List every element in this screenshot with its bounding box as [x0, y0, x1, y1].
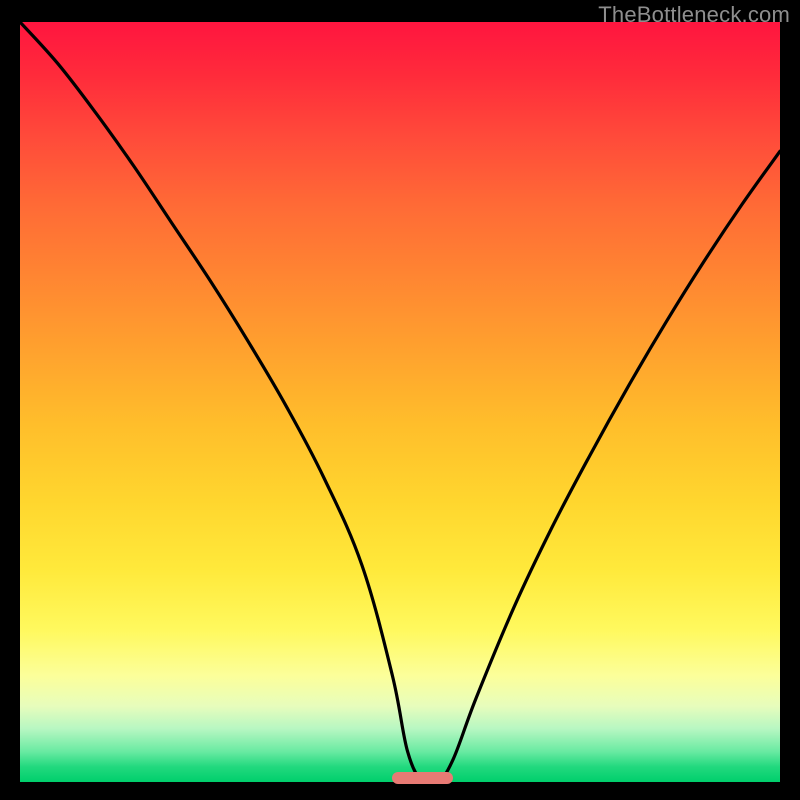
plot-area: [20, 22, 780, 782]
chart-frame: TheBottleneck.com: [0, 0, 800, 800]
bottleneck-curve: [20, 22, 780, 782]
watermark-text: TheBottleneck.com: [598, 2, 790, 28]
optimal-zone-marker: [392, 772, 453, 784]
